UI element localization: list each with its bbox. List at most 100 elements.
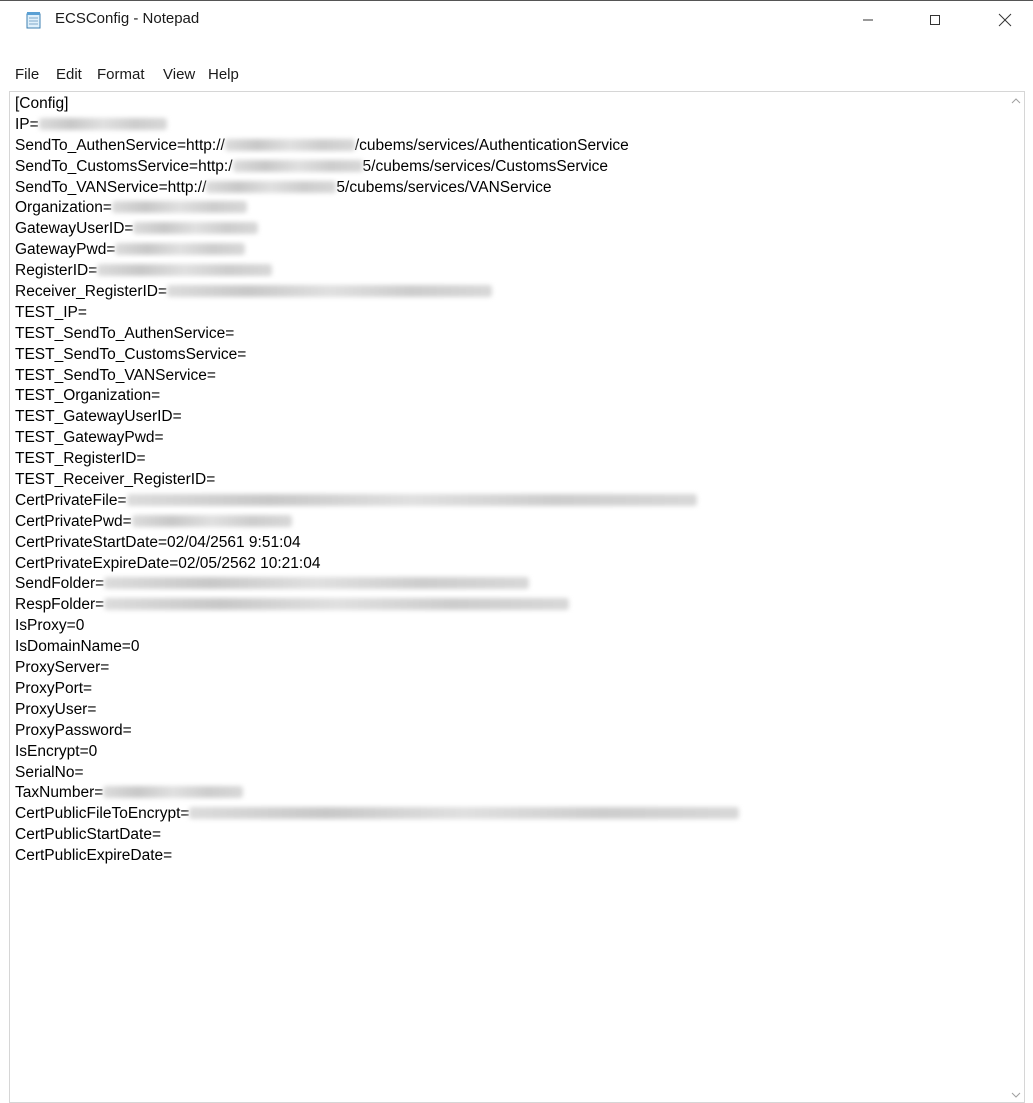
text-line[interactable]: GatewayPwd= <box>15 240 739 261</box>
redacted-value <box>103 786 244 799</box>
text-line[interactable]: TaxNumber= <box>15 783 739 804</box>
text-line[interactable]: SerialNo= <box>15 763 739 784</box>
close-icon <box>998 13 1012 26</box>
scroll-up-arrow-icon[interactable] <box>1011 96 1021 106</box>
redacted-value <box>206 180 337 193</box>
redacted-value <box>131 514 292 527</box>
redacted-value <box>38 117 167 130</box>
text-line[interactable]: TEST_IP= <box>15 303 739 324</box>
text-line[interactable]: [Config] <box>15 94 739 115</box>
text-line[interactable]: CertPrivateFile= <box>15 491 739 512</box>
redacted-value <box>111 201 247 214</box>
menu-view[interactable]: View <box>163 66 195 83</box>
line-text: GatewayUserID= <box>15 220 134 238</box>
redacted-value <box>167 285 493 298</box>
text-line[interactable]: SendTo_CustomsService=http:/ 5/cubems/ser… <box>15 157 739 178</box>
text-line[interactable]: ProxyServer= <box>15 658 739 679</box>
text-line[interactable]: GatewayUserID= <box>15 219 739 240</box>
text-line[interactable]: TEST_SendTo_CustomsService= <box>15 345 739 366</box>
maximize-icon <box>930 14 940 25</box>
menu-edit[interactable]: Edit <box>56 66 82 83</box>
line-text: SendFolder= <box>15 575 105 593</box>
text-line[interactable]: RespFolder= <box>15 595 739 616</box>
line-text: CertPrivatePwd= <box>15 512 132 530</box>
redacted-value <box>104 598 570 611</box>
text-line[interactable]: CertPublicStartDate= <box>15 825 739 846</box>
text-line[interactable]: ProxyPassword= <box>15 721 739 742</box>
line-text: TEST_SendTo_CustomsService= <box>15 345 247 363</box>
text-line[interactable]: CertPrivateStartDate=02/04/2561 9:51:04 <box>15 533 739 554</box>
line-text: SendTo_CustomsService=http:/ <box>15 157 233 175</box>
text-line[interactable]: TEST_RegisterID= <box>15 449 739 470</box>
line-text: TEST_Receiver_RegisterID= <box>15 471 216 489</box>
text-line[interactable]: Receiver_RegisterID= <box>15 282 739 303</box>
title-bar[interactable]: ECSConfig - Notepad <box>0 1 1033 38</box>
text-line[interactable]: CertPrivatePwd= <box>15 512 739 533</box>
redacted-value <box>232 159 363 172</box>
redacted-value <box>133 222 259 235</box>
text-line[interactable]: SendFolder= <box>15 574 739 595</box>
line-text: ProxyPassword= <box>15 721 132 739</box>
line-text: ProxyPort= <box>15 679 93 697</box>
line-text: TEST_Organization= <box>15 387 161 405</box>
text-line[interactable]: TEST_SendTo_AuthenService= <box>15 324 739 345</box>
line-text: CertPublicFileToEncrypt= <box>15 805 190 823</box>
redacted-value <box>104 577 530 590</box>
text-line[interactable]: TEST_GatewayUserID= <box>15 407 739 428</box>
text-line[interactable]: IsEncrypt=0 <box>15 742 739 763</box>
text-line[interactable]: TEST_SendTo_VANService= <box>15 366 739 387</box>
menu-bar: File Edit Format View Help <box>0 65 1033 89</box>
line-text: CertPrivateExpireDate=02/05/2562 10:21:0… <box>15 554 321 572</box>
line-text: IP= <box>15 115 39 133</box>
text-line[interactable]: TEST_Organization= <box>15 386 739 407</box>
line-text: CertPublicStartDate= <box>15 826 162 844</box>
text-line[interactable]: RegisterID= <box>15 261 739 282</box>
text-editor[interactable]: [Config] IP= SendTo_AuthenService=http:// /… <box>9 91 1025 1103</box>
line-text: Organization= <box>15 199 112 217</box>
redacted-value <box>126 493 697 506</box>
line-text: TEST_RegisterID= <box>15 450 146 468</box>
minimize-icon <box>863 19 873 20</box>
line-text: TEST_IP= <box>15 303 87 321</box>
line-text: [Config] <box>15 95 69 112</box>
text-line[interactable]: IP= <box>15 115 739 136</box>
menu-format[interactable]: Format <box>97 66 145 83</box>
notepad-window: ECSConfig - Notepad File Edit Format Vie… <box>0 0 1033 1103</box>
text-line[interactable]: IsDomainName=0 <box>15 637 739 658</box>
line-text: ProxyUser= <box>15 700 97 718</box>
notepad-icon <box>25 11 43 29</box>
text-line[interactable]: ProxyUser= <box>15 700 739 721</box>
redacted-value <box>97 264 273 277</box>
line-text: IsDomainName=0 <box>15 638 140 656</box>
minimize-button[interactable] <box>845 1 891 38</box>
text-line[interactable]: TEST_GatewayPwd= <box>15 428 739 449</box>
close-button[interactable] <box>982 1 1028 38</box>
text-line[interactable]: CertPublicFileToEncrypt= <box>15 804 740 825</box>
line-text: SendTo_VANService=http:// <box>15 178 207 196</box>
line-text: CertPrivateFile= <box>15 491 127 509</box>
line-text: Receiver_RegisterID= <box>15 283 168 301</box>
line-text: IsEncrypt=0 <box>15 742 98 760</box>
text-line[interactable]: SendTo_AuthenService=http:// /cubems/serv… <box>15 136 739 157</box>
redacted-value <box>115 243 246 256</box>
text-line[interactable]: TEST_Receiver_RegisterID= <box>15 470 739 491</box>
text-line[interactable]: CertPrivateExpireDate=02/05/2562 10:21:0… <box>15 554 739 575</box>
line-text-suffix: 5/cubems/services/VANService <box>336 178 552 196</box>
text-line[interactable]: ProxyPort= <box>15 679 739 700</box>
text-line[interactable]: Organization= <box>15 198 739 219</box>
menu-help[interactable]: Help <box>208 66 239 83</box>
line-text: TEST_SendTo_AuthenService= <box>15 324 235 342</box>
line-text-suffix: /cubems/services/AuthenticationService <box>354 136 629 154</box>
maximize-button[interactable] <box>912 1 958 38</box>
text-line[interactable]: IsProxy=0 <box>15 616 739 637</box>
line-text: SerialNo= <box>15 763 84 781</box>
text-line[interactable]: SendTo_VANService=http:// 5/cubems/servic… <box>15 178 739 199</box>
line-text: RegisterID= <box>15 262 98 280</box>
line-text: IsProxy=0 <box>15 617 85 635</box>
line-text: CertPrivateStartDate=02/04/2561 9:51:04 <box>15 533 301 551</box>
editor-text[interactable]: [Config] IP= SendTo_AuthenService=http:// /… <box>15 94 740 867</box>
scroll-down-arrow-icon[interactable] <box>1011 1090 1021 1100</box>
menu-file[interactable]: File <box>15 66 39 83</box>
text-line[interactable]: CertPublicExpireDate= <box>15 846 739 867</box>
line-text: CertPublicExpireDate= <box>15 847 173 865</box>
